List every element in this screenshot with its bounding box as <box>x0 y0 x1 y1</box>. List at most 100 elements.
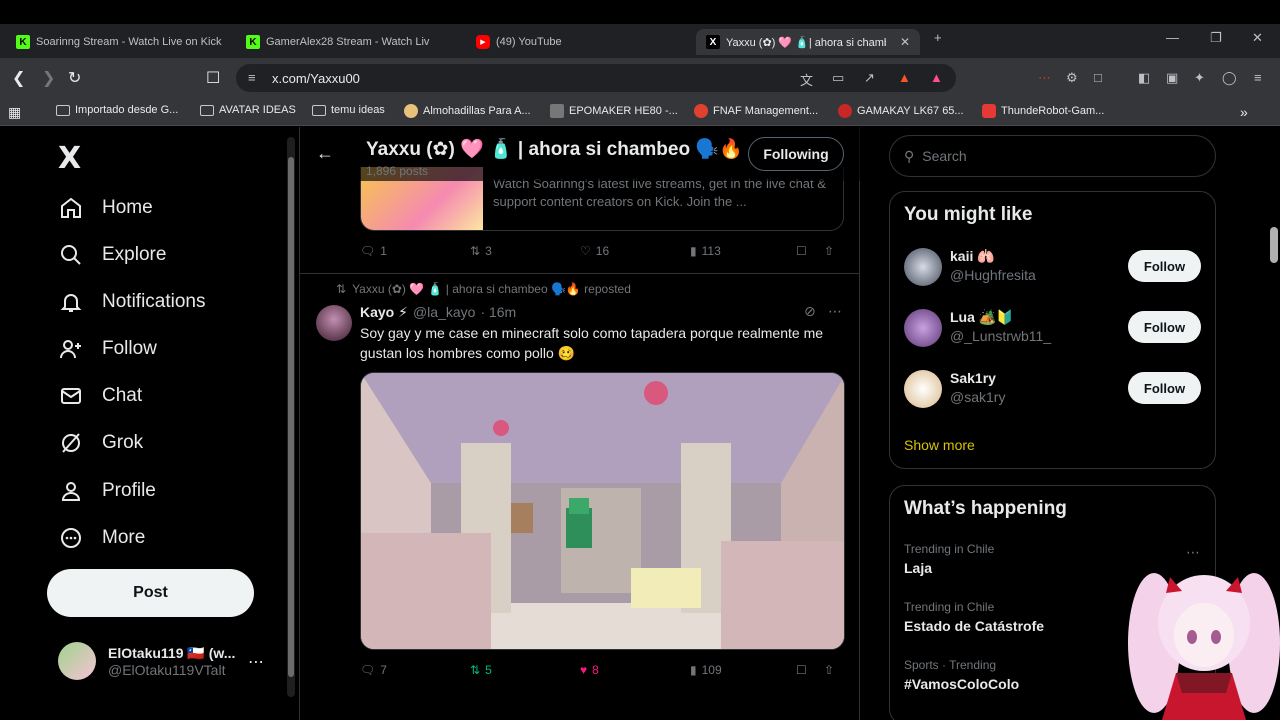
repost-button[interactable]: ⇅ 5 <box>470 663 580 677</box>
like-button[interactable]: ♥ 8 <box>580 663 690 677</box>
panel-title: What’s happening <box>904 498 1067 519</box>
post-actions: 🗨 1 ⇅ 3 ♡ 16 ▮ 113 ☐ ⇧ <box>360 244 844 258</box>
x-logo[interactable]: X <box>58 141 81 176</box>
nav-label: Chat <box>102 385 143 406</box>
forward-icon[interactable]: ❯ <box>42 68 55 88</box>
brave-shield-icon[interactable]: ▲ <box>898 70 911 85</box>
views-button[interactable]: ▮ 113 <box>690 244 796 258</box>
bookmark-item[interactable]: EPOMAKER HE80 -... <box>550 104 678 118</box>
back-arrow-icon[interactable]: ← <box>316 143 334 164</box>
sidebar-toggle-icon[interactable]: ◧ <box>1138 70 1150 86</box>
bookmark-folder[interactable]: AVATAR IDEAS <box>200 104 296 116</box>
extension-red-icon[interactable]: ⋯ <box>1038 70 1051 86</box>
wallet-icon[interactable]: ▣ <box>1166 70 1178 86</box>
bookmark-label: EPOMAKER HE80 -... <box>569 105 678 117</box>
extensions-icon[interactable]: ⚙ <box>1066 70 1078 86</box>
scrollbar-thumb[interactable] <box>1270 227 1278 263</box>
search-icon: ⚲ <box>904 147 915 164</box>
close-window-icon[interactable]: ✕ <box>1252 30 1263 46</box>
show-more-link[interactable]: Show more <box>904 437 975 453</box>
share-post-icon[interactable]: ⇧ <box>824 663 834 677</box>
minimize-icon[interactable]: — <box>1166 30 1179 45</box>
avatar <box>904 370 942 408</box>
browser-tab-active[interactable]: X Yaxxu (✿) 🩷 🧴| ahora si chamb ✕ <box>696 29 920 55</box>
leo-icon[interactable]: ✦ <box>1194 70 1205 86</box>
search-input[interactable]: ⚲ Search <box>889 135 1216 177</box>
like-count: 16 <box>595 244 610 258</box>
nav-follow[interactable]: Follow <box>58 336 157 362</box>
like-button[interactable]: ♡ 16 <box>580 244 690 258</box>
restore-icon[interactable]: ❐ <box>1210 30 1222 46</box>
author-name[interactable]: Kayo ⚡ <box>360 304 408 321</box>
suggestion-item[interactable]: Sak1ry @sak1ry Follow <box>904 364 1204 414</box>
nav-grok[interactable]: Grok <box>58 430 143 456</box>
grok-icon[interactable]: ⊘ <box>804 303 816 320</box>
url-bar[interactable]: x.com/Yaxxu00 <box>236 64 956 92</box>
more-bookmarks-icon[interactable]: » <box>1240 104 1248 120</box>
follow-button[interactable]: Follow <box>1128 250 1201 282</box>
suggestion-item[interactable]: kaii 🫁 @Hughfresita Follow <box>904 242 1204 292</box>
post-time[interactable]: · 16m <box>480 304 516 321</box>
reload-icon[interactable]: ↻ <box>68 68 81 88</box>
browser-tab[interactable]: K Soarinng Stream - Watch Live on Kick <box>6 29 234 55</box>
views-button[interactable]: ▮ 109 <box>690 663 796 677</box>
account-handle: @ElOtaku119VTalt <box>108 661 226 678</box>
account-switcher[interactable]: ElOtaku119 🇨🇱 (w... @ElOtaku119VTalt <box>58 642 235 680</box>
following-button[interactable]: Following <box>748 137 844 171</box>
follow-button[interactable]: Follow <box>1128 372 1201 404</box>
nav-profile[interactable]: Profile <box>58 478 156 504</box>
bookmark-post-icon[interactable]: ☐ <box>796 663 824 677</box>
share-post-icon[interactable]: ⇧ <box>824 244 834 258</box>
reply-button[interactable]: 🗨 1 <box>360 244 470 258</box>
apps-grid-icon[interactable]: ▦ <box>8 104 21 121</box>
site-settings-icon[interactable]: ≡ <box>248 70 256 85</box>
scrollbar-thumb[interactable] <box>288 157 294 677</box>
nav-explore[interactable]: Explore <box>58 242 166 268</box>
menu-icon[interactable]: ≡ <box>1254 70 1262 85</box>
author-handle[interactable]: @la_kayo <box>413 304 475 321</box>
bookmark-folder[interactable]: temu ideas <box>312 104 385 116</box>
bookmark-item[interactable]: ThundeRobot-Gam... <box>982 104 1104 118</box>
repost-icon: ⇅ <box>470 663 481 677</box>
feed-scrollbar[interactable] <box>287 137 295 697</box>
avatar[interactable] <box>316 305 352 341</box>
tab-title: GamerAlex28 Stream - Watch Liv <box>266 36 430 48</box>
post-video[interactable] <box>360 372 845 650</box>
suggestion-item[interactable]: Lua 🏕️🔰 @_Lunstrwb11_ Follow <box>904 303 1204 353</box>
account-more-icon[interactable]: ⋯ <box>248 652 264 672</box>
cast-icon[interactable]: ▭ <box>832 70 844 86</box>
share-icon[interactable]: ↗ <box>864 70 875 86</box>
browser-tab[interactable]: ▶ (49) YouTube <box>466 29 694 55</box>
nav-more[interactable]: More <box>58 525 145 551</box>
download-icon[interactable]: □ <box>1094 70 1102 85</box>
suggestion-name: Lua 🏕️🔰 <box>950 309 1014 325</box>
translate-icon[interactable]: 文 <box>800 70 813 89</box>
bookmark-post-icon[interactable]: ☐ <box>796 244 824 258</box>
browser-tab[interactable]: K GamerAlex28 Stream - Watch Liv <box>236 29 464 55</box>
site-favicon <box>550 104 564 118</box>
follow-button[interactable]: Follow <box>1128 311 1201 343</box>
vpn-shield-icon[interactable]: ◯ <box>1222 70 1237 86</box>
nav-notifications[interactable]: Notifications <box>58 289 206 315</box>
bookmark-item[interactable]: Almohadillas Para A... <box>404 104 531 118</box>
new-tab-icon[interactable]: + <box>934 30 942 45</box>
folder-icon <box>312 104 326 116</box>
folder-icon <box>56 104 70 116</box>
bookmark-folder[interactable]: Importado desde G... <box>56 104 178 116</box>
close-tab-icon[interactable]: ✕ <box>900 35 910 49</box>
nav-chat[interactable]: Chat <box>58 383 142 409</box>
suggestion-name: kaii 🫁 <box>950 248 995 264</box>
back-icon[interactable]: ❮ <box>12 68 25 88</box>
reply-button[interactable]: 🗨 7 <box>360 663 470 677</box>
address-toolbar: ❮ ❯ ↻ ☐ x.com/Yaxxu00 ≡ 文 ▭ ↗ ▲ ▲ ⋯ ⚙ □ … <box>0 58 1280 98</box>
nav-home[interactable]: Home <box>58 195 153 221</box>
repost-button[interactable]: ⇅ 3 <box>470 244 580 258</box>
bookmark-icon[interactable]: ☐ <box>206 68 220 88</box>
bookmark-item[interactable]: GAMAKAY LK67 65... <box>838 104 964 118</box>
brave-rewards-icon[interactable]: ▲ <box>930 70 943 85</box>
bookmark-label: Almohadillas Para A... <box>423 105 531 117</box>
post-button[interactable]: Post <box>47 569 254 617</box>
repost-count: 5 <box>485 663 492 677</box>
more-options-icon[interactable]: ⋯ <box>828 303 842 320</box>
bookmark-item[interactable]: FNAF Management... <box>694 104 818 118</box>
